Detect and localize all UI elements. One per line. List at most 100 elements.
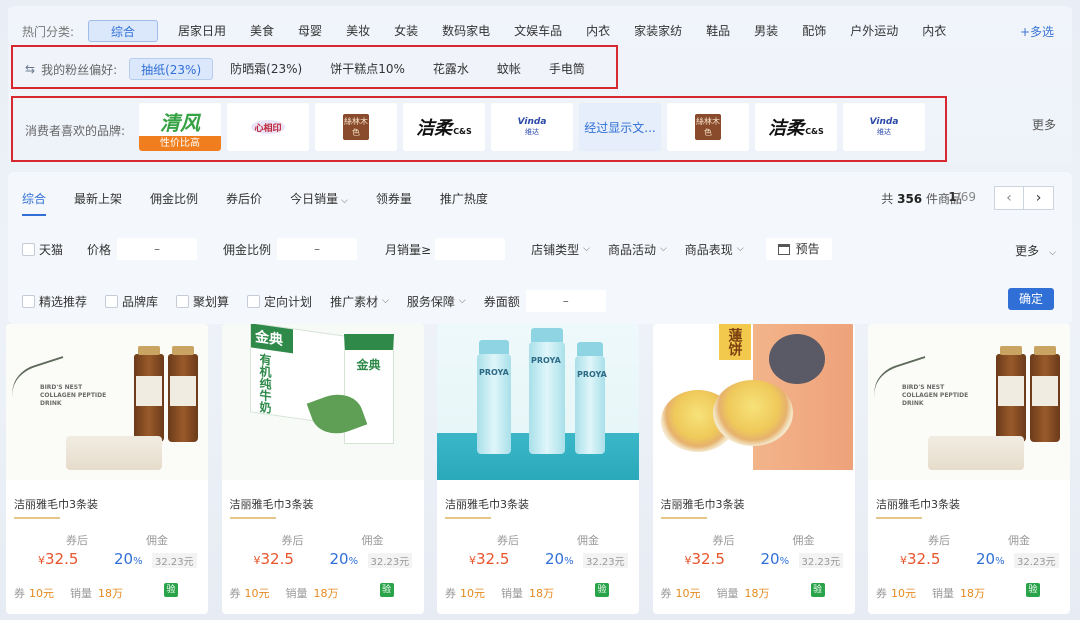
verified-badge[interactable]: 验 bbox=[164, 583, 178, 597]
product-image[interactable]: BIRD'S NEST COLLAGEN PEPTIDE DRINK bbox=[868, 324, 1070, 480]
verified-badge[interactable]: 验 bbox=[595, 583, 609, 597]
product-title[interactable]: 洁丽雅毛巾3条装 bbox=[230, 496, 314, 512]
commission-amount: 32.23元 bbox=[367, 553, 413, 568]
brand-lib-checkbox[interactable]: 品牌库 bbox=[105, 293, 158, 310]
bottle-cap bbox=[172, 346, 194, 355]
fan-preference-tag[interactable]: 蚊帐 bbox=[486, 58, 532, 80]
sort-tab[interactable]: 领券量 bbox=[376, 190, 412, 207]
brand-card[interactable]: Vinda 维达 bbox=[491, 103, 573, 151]
verified-badge[interactable]: 验 bbox=[810, 583, 825, 597]
category-item[interactable]: 内衣 bbox=[910, 20, 958, 42]
brand-card[interactable]: Vinda 维达 bbox=[843, 103, 925, 151]
featured-checkbox[interactable]: 精选推荐 bbox=[22, 293, 87, 310]
product-card[interactable]: 蓮饼 洁丽雅毛巾3条装 券后 佣金 ¥32.5 20% 32.23元券 10元 销量 18万 验 bbox=[652, 324, 855, 614]
materials-dropdown[interactable]: 推广素材 ⌵ bbox=[330, 293, 389, 310]
fan-preference-tag[interactable]: 花露水 bbox=[422, 58, 480, 80]
category-item[interactable]: 居家日用 bbox=[166, 20, 238, 42]
category-item[interactable]: 女装 bbox=[382, 20, 430, 42]
category-item[interactable]: 美食 bbox=[238, 20, 286, 42]
product-title[interactable]: 洁丽雅毛巾3条装 bbox=[876, 496, 960, 512]
category-item[interactable]: 配饰 bbox=[790, 20, 838, 42]
product-card[interactable]: BIRD'S NEST COLLAGEN PEPTIDE DRINK 洁丽雅毛巾3… bbox=[868, 324, 1070, 614]
more-filters-dropdown[interactable]: 更多 ⌵ bbox=[1015, 242, 1056, 259]
price-range-input[interactable]: – bbox=[117, 238, 198, 260]
product-image[interactable]: 金典 有机纯牛奶 金典 bbox=[221, 324, 424, 480]
confirm-button[interactable]: 确定 bbox=[1008, 288, 1054, 310]
category-item[interactable]: 家装家纺 bbox=[622, 20, 694, 42]
product-image[interactable]: 蓮饼 bbox=[652, 324, 855, 480]
next-page-button[interactable]: › bbox=[1024, 186, 1054, 210]
pager: ‹ › bbox=[994, 186, 1054, 210]
commission-amount: 32.23元 bbox=[798, 553, 844, 568]
fan-preference-tag[interactable]: 手电筒 bbox=[538, 58, 596, 80]
shop-type-dropdown[interactable]: 店铺类型 ⌵ bbox=[531, 241, 590, 258]
prev-page-button[interactable]: ‹ bbox=[994, 186, 1024, 210]
category-item[interactable]: 综合 bbox=[88, 20, 159, 42]
fan-preference-tag[interactable]: 抽纸(23%) bbox=[129, 58, 214, 80]
sort-tab[interactable]: 券后价 bbox=[226, 190, 262, 207]
coupon-value: 10元 bbox=[244, 587, 270, 600]
verified-badge[interactable]: 验 bbox=[379, 583, 394, 597]
sort-tab[interactable]: 最新上架 bbox=[74, 190, 122, 207]
category-item[interactable]: 数码家电 bbox=[430, 20, 502, 42]
brand-card[interactable]: 洁柔C&S bbox=[403, 103, 485, 151]
verified-badge[interactable]: 验 bbox=[1026, 583, 1040, 597]
sort-tab[interactable]: 综合 bbox=[22, 190, 46, 207]
brand-logo-name: Vinda bbox=[517, 117, 547, 127]
category-item[interactable]: 户外运动 bbox=[838, 20, 910, 42]
commission-range-input[interactable]: – bbox=[277, 238, 358, 260]
brand-more-link[interactable]: 更多 bbox=[1032, 116, 1056, 133]
brand-card[interactable]: 心相印 bbox=[227, 103, 309, 151]
sort-tab[interactable]: 推广热度 bbox=[440, 190, 488, 207]
product-card[interactable]: PROYA PROYA PROYA 洁丽雅毛巾3条装 券后 佣金 ¥32.5 20% 32.23… bbox=[437, 324, 639, 614]
after-coupon-label: 券后 bbox=[928, 534, 950, 547]
currency-symbol: ¥ bbox=[38, 554, 45, 567]
fan-preference-tag[interactable]: 防晒霜(23%) bbox=[219, 58, 313, 80]
service-dropdown[interactable]: 服务保障 ⌵ bbox=[407, 293, 466, 310]
juhuasuan-checkbox[interactable]: 聚划算 bbox=[176, 293, 229, 310]
brand-logo-vinda: Vinda 维达 bbox=[870, 117, 899, 137]
category-item[interactable]: 男装 bbox=[742, 20, 790, 42]
category-item[interactable]: 文娱车品 bbox=[502, 20, 574, 42]
product-title[interactable]: 洁丽雅毛巾3条装 bbox=[14, 496, 98, 512]
brand-lib-label: 品牌库 bbox=[122, 294, 159, 309]
coupon-amount-input[interactable]: – bbox=[525, 290, 606, 312]
commission-amount: 32.23元 bbox=[583, 553, 628, 568]
category-item[interactable]: 美妆 bbox=[334, 20, 382, 42]
brand-preference-label: 消费者喜欢的品牌: bbox=[25, 124, 126, 138]
category-item[interactable]: 内衣 bbox=[574, 20, 622, 42]
price-label: 价格 bbox=[87, 242, 112, 257]
tmall-checkbox[interactable]: 天猫 bbox=[22, 241, 63, 258]
brand-card[interactable]: 絲林木色 bbox=[315, 103, 397, 151]
brand-card[interactable]: 絲林木色 bbox=[667, 103, 749, 151]
brand-card[interactable]: 经过显示文... bbox=[579, 103, 661, 151]
activity-dropdown[interactable]: 商品活动 ⌵ bbox=[608, 241, 667, 258]
sales-label: 销量 bbox=[501, 587, 523, 600]
preview-button[interactable]: 预告 bbox=[765, 238, 832, 260]
targeted-checkbox[interactable]: 定向计划 bbox=[247, 293, 312, 310]
brand-card[interactable]: 清风 性价比高 bbox=[139, 103, 221, 151]
sales-label: 销量 bbox=[285, 587, 308, 600]
product-card[interactable]: BIRD'S NEST COLLAGEN PEPTIDE DRINK 洁丽雅毛巾3… bbox=[6, 324, 208, 614]
product-title[interactable]: 洁丽雅毛巾3条装 bbox=[661, 496, 745, 512]
monthly-sales-input[interactable] bbox=[435, 238, 506, 260]
brand-badge: 性价比高 bbox=[139, 136, 221, 151]
product-image[interactable]: BIRD'S NEST COLLAGEN PEPTIDE DRINK bbox=[6, 324, 208, 480]
after-coupon-label: 券后 bbox=[66, 534, 88, 547]
category-item[interactable]: 鞋品 bbox=[694, 20, 742, 42]
category-item[interactable]: 母婴 bbox=[286, 20, 334, 42]
performance-dropdown[interactable]: 商品表现 ⌵ bbox=[685, 241, 744, 258]
product-image[interactable]: PROYA PROYA PROYA bbox=[437, 324, 639, 480]
product-card[interactable]: 金典 有机纯牛奶 金典 洁丽雅毛巾3条装 券后 佣金 ¥32.5 20% 32.23元券 10元销… bbox=[221, 324, 424, 614]
hot-category-row: 热门分类: 综合 居家日用 美食 母婴 美妆 女装 数码家电 文娱车品 内衣 家装家纺 鞋品 男装 配饰… bbox=[8, 20, 1072, 42]
product-title[interactable]: 洁丽雅毛巾3条装 bbox=[445, 496, 529, 512]
sort-tab[interactable]: 今日销量 ⌵ bbox=[290, 190, 348, 207]
bottle-label bbox=[998, 376, 1024, 406]
multi-select-button[interactable]: +多选 bbox=[1020, 23, 1054, 40]
brand-card[interactable]: 洁柔C&S bbox=[755, 103, 837, 151]
commission-rate: 20% bbox=[976, 550, 1005, 568]
monthly-sales-label: 月销量≥ bbox=[385, 242, 432, 257]
fan-preference-tag[interactable]: 饼干糕点10% bbox=[319, 58, 416, 80]
sort-tab-label: 券后价 bbox=[226, 192, 263, 206]
sort-tab[interactable]: 佣金比例 bbox=[150, 190, 198, 207]
